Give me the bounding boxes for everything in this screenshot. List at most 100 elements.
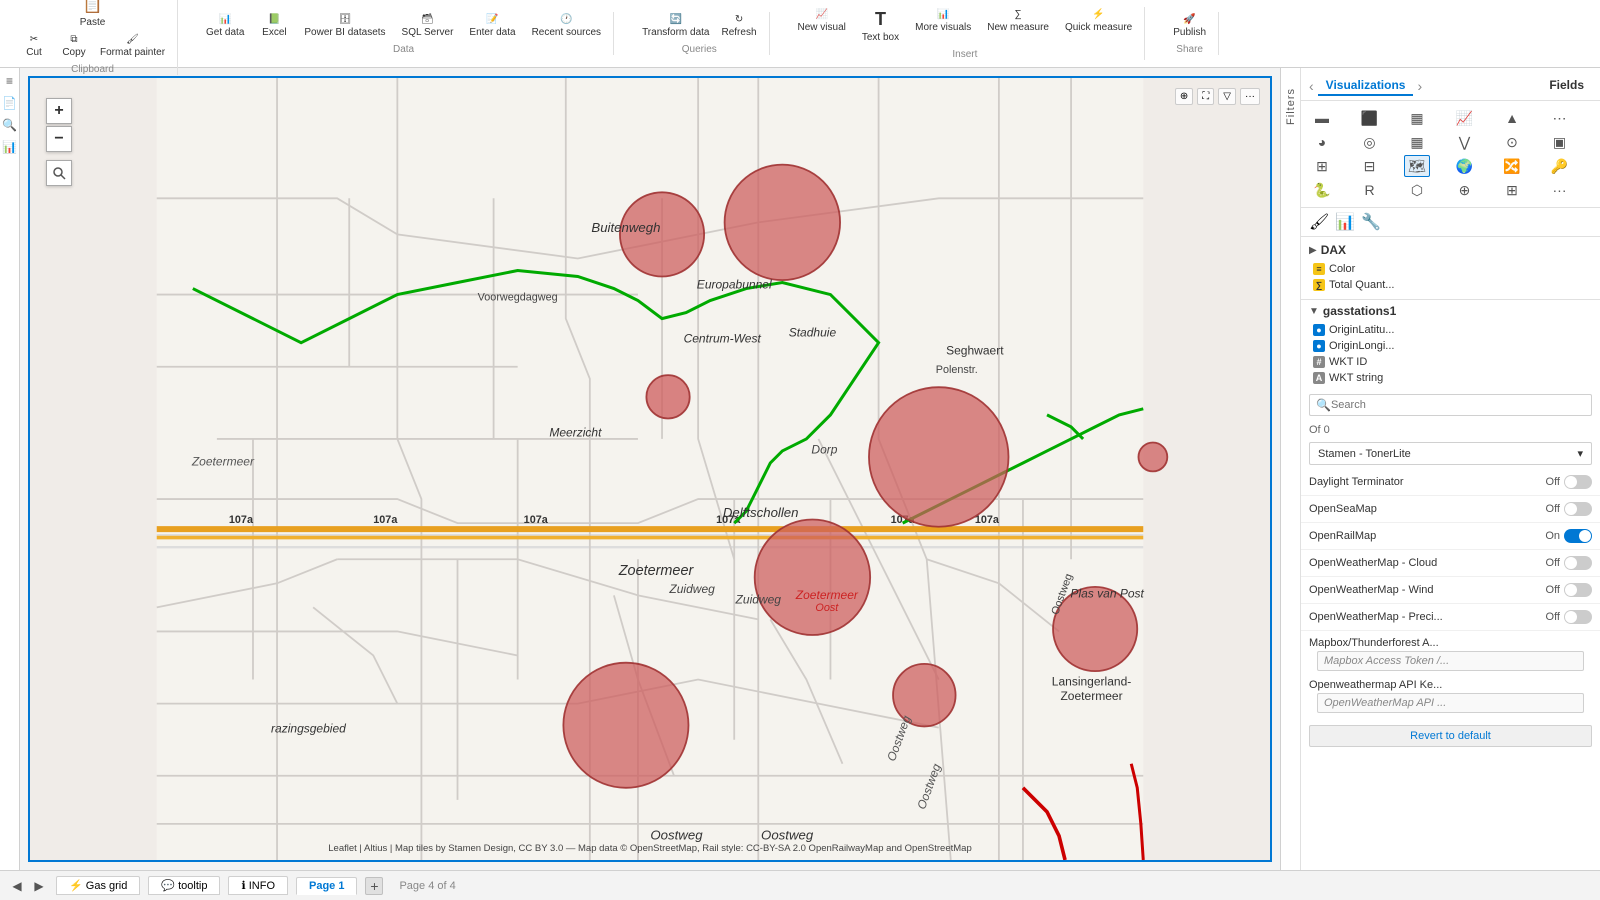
total-quant-field-item[interactable]: ∑ Total Quant... [1309,277,1592,293]
quick-measure-button[interactable]: ⚡ Quick measure [1061,7,1136,45]
tab-info[interactable]: ℹ INFO [228,876,288,895]
viz-icon-more[interactable]: ··· [1547,179,1573,201]
viz-icon-key[interactable]: 🔑 [1547,155,1573,177]
viz-icon-map[interactable]: 🗺 [1404,155,1430,177]
text-box-button[interactable]: T Text box [858,7,903,45]
sidebar-icon-3[interactable]: 🔍 [1,116,19,134]
map-filter-button[interactable]: ▽ [1218,88,1236,105]
publish-button[interactable]: 🚀 Publish [1169,12,1210,40]
copy-button[interactable]: ⧉ Copy [56,32,92,60]
revert-button[interactable]: Revert to default [1309,725,1592,747]
viz-icon-line[interactable]: 📈 [1452,107,1478,129]
wkt-id-field[interactable]: # WKT ID [1309,354,1592,370]
open-rail-map-toggle[interactable]: OpenRailMap On [1301,523,1600,550]
mapbox-input[interactable]: Mapbox Access Token /... [1317,651,1584,671]
open-weather-cloud-toggle[interactable]: OpenWeatherMap - Cloud Off [1301,550,1600,577]
viz-icon-donut[interactable]: ◎ [1357,131,1383,153]
tab-tooltip[interactable]: 💬 tooltip [148,876,220,895]
map-fullscreen-button[interactable]: ⛶ [1197,88,1214,105]
refresh-button[interactable]: ↻ Refresh [718,12,761,40]
viz-icon-python[interactable]: 🐍 [1309,179,1335,201]
open-sea-map-toggle[interactable]: OpenSeaMap Off [1301,496,1600,523]
map-more-button[interactable]: ··· [1240,88,1260,105]
open-rail-toggle-control[interactable]: On [1545,529,1592,543]
open-weather-wind-toggle[interactable]: OpenWeatherMap - Wind Off [1301,577,1600,604]
transform-data-button[interactable]: 🔄 Transform data [638,12,713,40]
panel-nav-left-arrow[interactable]: ‹ [1309,78,1314,94]
format-painter-button[interactable]: 🖌 Format painter [96,32,169,60]
sql-server-button[interactable]: 🗃 SQL Server [398,12,458,40]
viz-icon-area[interactable]: ▲ [1499,107,1525,129]
open-weather-preci-track[interactable] [1564,610,1592,624]
daylight-toggle-control[interactable]: Off [1546,475,1592,489]
open-sea-toggle-track[interactable] [1564,502,1592,516]
viz-icon-table[interactable]: ⊞ [1309,155,1335,177]
zoom-in-button[interactable]: + [46,98,72,124]
viz-icon-card[interactable]: ▣ [1547,131,1573,153]
gasstations-section-header[interactable]: ▼ gasstations1 [1309,304,1592,318]
viz-icon-decomp[interactable]: 🔀 [1499,155,1525,177]
viz-sub-fields[interactable]: 🔧 [1361,212,1381,232]
daylight-toggle-track[interactable] [1564,475,1592,489]
open-weather-preci-control[interactable]: Off [1546,610,1592,624]
recent-sources-button[interactable]: 🕐 Recent sources [528,12,605,40]
page-prev-button[interactable]: ◀ [8,877,26,895]
viz-icon-scatter[interactable]: ⋯ [1547,107,1573,129]
open-weather-wind-track[interactable] [1564,583,1592,597]
daylight-terminator-toggle[interactable]: Daylight Terminator Off [1301,469,1600,496]
tile-dropdown[interactable]: Stamen - TonerLite ▾ [1309,442,1592,465]
open-weather-cloud-control[interactable]: Off [1546,556,1592,570]
open-weather-wind-control[interactable]: Off [1546,583,1592,597]
new-measure-button[interactable]: ∑ New measure [983,7,1053,45]
map-search-button[interactable] [46,160,72,186]
openweathermap-input[interactable]: OpenWeatherMap API ... [1317,693,1584,713]
viz-icon-matrix[interactable]: ⊟ [1357,155,1383,177]
powerbi-datasets-button[interactable]: 🗄 Power BI datasets [300,12,389,40]
dax-section-header[interactable]: ▶ DAX [1309,243,1592,257]
viz-icon-r[interactable]: R [1357,179,1383,201]
viz-sub-format[interactable]: 🖌 [1309,212,1329,232]
sidebar-icon-4[interactable]: 📊 [1,138,19,156]
wkt-string-field[interactable]: A WKT string [1309,370,1592,386]
excel-button[interactable]: 📗 Excel [256,12,292,40]
map-overlay-btn1[interactable]: ⊕ [1175,88,1193,105]
viz-icon-custom3[interactable]: ⊞ [1499,179,1525,201]
color-field-item[interactable]: ≡ Color [1309,261,1592,277]
fields-tab[interactable]: Fields [1541,76,1592,96]
viz-icon-gauge[interactable]: ⊙ [1499,131,1525,153]
more-visuals-button[interactable]: 📊 More visuals [911,7,975,45]
viz-icon-funnel[interactable]: ⋁ [1452,131,1478,153]
map-container[interactable]: + − [28,76,1272,862]
page-next-button[interactable]: ▶ [30,877,48,895]
sidebar-icon-1[interactable]: ≡ [1,72,19,90]
viz-sub-analytics[interactable]: 📊 [1335,212,1355,232]
open-sea-toggle-control[interactable]: Off [1546,502,1592,516]
new-visual-button[interactable]: 📈 New visual [794,7,850,45]
viz-icon-treemap[interactable]: ▦ [1404,131,1430,153]
tab-gas-grid[interactable]: ⚡ Gas grid [56,876,140,895]
panel-nav-right-arrow[interactable]: › [1417,78,1422,94]
viz-icon-filled-map[interactable]: 🌍 [1452,155,1478,177]
viz-icon-custom1[interactable]: ⬡ [1404,179,1430,201]
viz-icon-bar3[interactable]: ▦ [1404,107,1430,129]
add-page-button[interactable]: + [365,877,383,895]
search-input[interactable] [1331,399,1585,411]
paste-button[interactable]: 📋 Paste [75,0,111,30]
visualizations-tab[interactable]: Visualizations [1318,76,1414,96]
filters-label[interactable]: Filters [1285,88,1297,125]
cut-button[interactable]: ✂ Cut [16,32,52,60]
tab-page-1[interactable]: Page 1 [296,877,357,895]
enter-data-button[interactable]: 📝 Enter data [465,12,519,40]
open-weather-preci-toggle[interactable]: OpenWeatherMap - Preci... Off [1301,604,1600,631]
open-weather-cloud-track[interactable] [1564,556,1592,570]
sidebar-icon-2[interactable]: 📄 [1,94,19,112]
get-data-button[interactable]: 📊 Get data [202,12,248,40]
origin-lati-field[interactable]: ● OriginLatitu... [1309,322,1592,338]
viz-icon-custom2[interactable]: ⊕ [1452,179,1478,201]
origin-longi-field[interactable]: ● OriginLongi... [1309,338,1592,354]
open-rail-toggle-track[interactable] [1564,529,1592,543]
viz-icon-bar[interactable]: ▬ [1309,107,1335,129]
search-box[interactable]: 🔍 [1309,394,1592,416]
zoom-out-button[interactable]: − [46,126,72,152]
viz-icon-bar2[interactable]: ⬛ [1357,107,1383,129]
